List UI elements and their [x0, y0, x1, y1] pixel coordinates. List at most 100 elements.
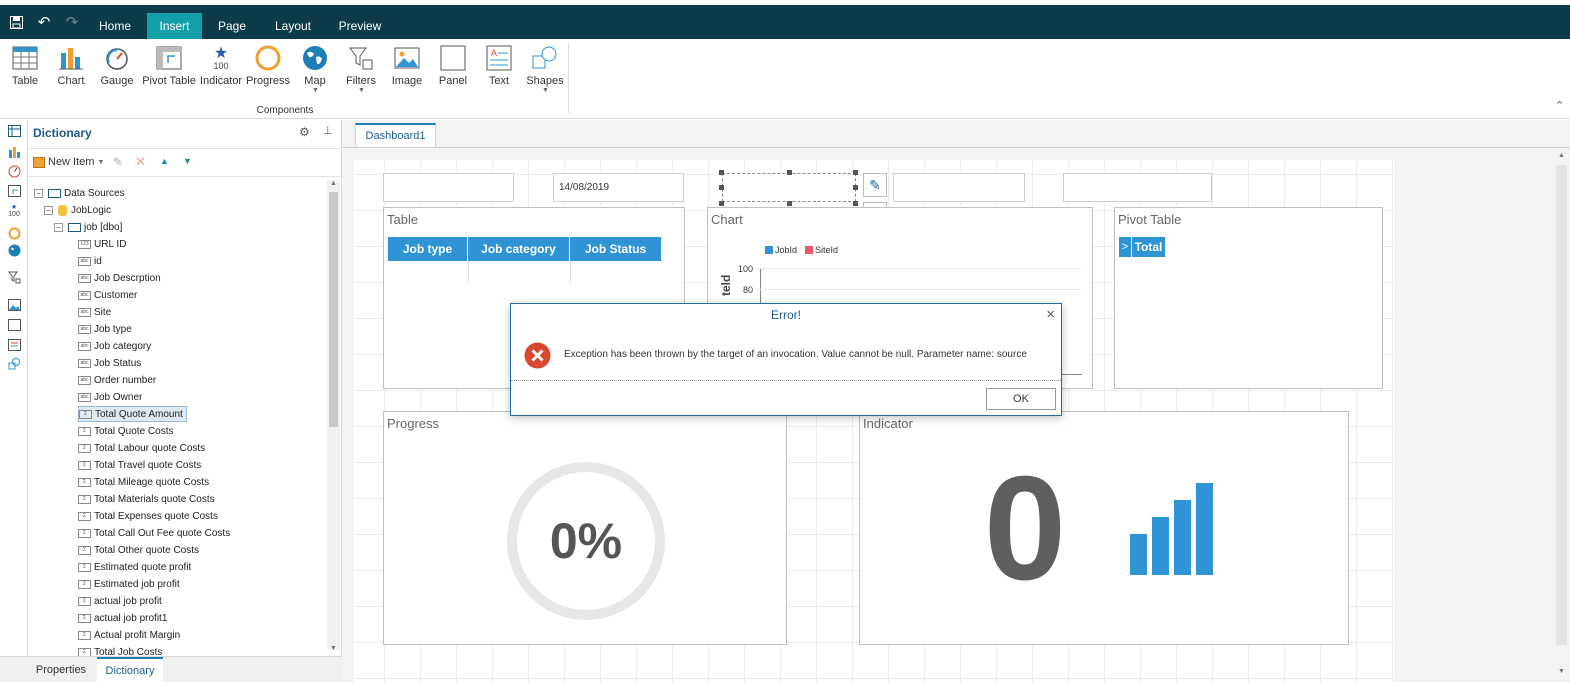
tree-connection[interactable]: − JobLogic: [44, 202, 111, 218]
tree-data-sources[interactable]: − Data Sources: [34, 185, 125, 201]
tree-field[interactable]: Σ Total Travel quote Costs: [78, 457, 201, 473]
settings-icon[interactable]: ⚙: [299, 125, 310, 139]
tree-field[interactable]: abc Job type: [78, 321, 132, 337]
new-item-button[interactable]: New Item ▼: [33, 154, 104, 170]
chart-icon[interactable]: [6, 145, 22, 159]
pivot-total-header[interactable]: Total: [1132, 237, 1165, 257]
tree-field[interactable]: Σactual job profit1: [78, 610, 167, 626]
panel-button[interactable]: Panel: [436, 43, 470, 89]
workarea-scroll-up-icon[interactable]: ▲: [1558, 152, 1565, 159]
shapes-button[interactable]: Shapes ▼: [526, 43, 564, 94]
gauge-icon[interactable]: [6, 164, 22, 178]
edit-icon[interactable]: ✎: [113, 155, 123, 169]
table-button[interactable]: Table: [8, 43, 42, 89]
workarea-scrollbar[interactable]: [1556, 165, 1567, 645]
tree-field[interactable]: abc Job Owner: [78, 389, 142, 405]
delete-icon[interactable]: ✕: [135, 154, 146, 170]
scroll-up-icon[interactable]: ▲: [330, 180, 337, 187]
pivot-table-widget[interactable]: Pivot Table > Total: [1114, 207, 1383, 389]
tree-field[interactable]: abc Customer: [78, 287, 137, 303]
tab-properties[interactable]: Properties: [28, 657, 94, 683]
filter-box-1[interactable]: [383, 173, 514, 202]
tree-field[interactable]: Σ Total Quote Amount: [78, 406, 187, 422]
pivot-table-button[interactable]: Pivot Table: [142, 43, 196, 89]
date-filter[interactable]: 14/08/2019: [553, 173, 684, 202]
chart-button[interactable]: Chart: [54, 43, 88, 89]
workarea-scroll-down-icon[interactable]: ▼: [1558, 668, 1565, 675]
resize-handle[interactable]: [853, 201, 858, 206]
tab-insert[interactable]: Insert: [147, 13, 202, 39]
tree-field[interactable]: abc Job Status: [78, 355, 141, 371]
tree-field[interactable]: Σ Total Labour quote Costs: [78, 440, 205, 456]
tab-preview[interactable]: Preview: [330, 13, 390, 39]
move-down-icon[interactable]: ▼: [183, 156, 192, 166]
tree-field[interactable]: Σ Total Mileage quote Costs: [78, 474, 209, 490]
column-header-job-type[interactable]: Job type: [388, 237, 468, 261]
tree-field[interactable]: abc Site: [78, 304, 111, 320]
table-icon[interactable]: [6, 124, 22, 138]
map-button[interactable]: Map ▼: [298, 43, 332, 94]
tab-page[interactable]: Page: [208, 13, 256, 39]
tree-field[interactable]: Σ Total Quote Costs: [78, 423, 173, 439]
collapse-ribbon-icon[interactable]: ⌃: [1555, 99, 1564, 112]
undo-icon[interactable]: ↶: [32, 5, 56, 39]
pivot-expand-button[interactable]: >: [1119, 237, 1131, 257]
scroll-down-icon[interactable]: ▼: [330, 645, 337, 652]
resize-handle[interactable]: [719, 170, 724, 175]
save-icon[interactable]: [4, 5, 28, 39]
tree-field[interactable]: abc Order number: [78, 372, 156, 388]
tab-layout[interactable]: Layout: [266, 13, 320, 39]
tree-field[interactable]: Σ Estimated quote profit: [78, 559, 191, 575]
redo-icon[interactable]: ↷: [60, 5, 84, 39]
move-up-icon[interactable]: ▲: [160, 156, 169, 166]
text-button[interactable]: A Text: [482, 43, 516, 89]
pivot-table-icon[interactable]: [6, 184, 22, 198]
filters-dropdown-arrow[interactable]: ▼: [358, 87, 365, 94]
ok-button[interactable]: OK: [986, 388, 1056, 410]
progress-icon[interactable]: [6, 226, 22, 240]
tree-field[interactable]: abc Job category: [78, 338, 151, 354]
map-dropdown-arrow[interactable]: ▼: [312, 87, 319, 94]
tab-dashboard1[interactable]: Dashboard1: [355, 123, 436, 147]
gauge-button[interactable]: Gauge: [100, 43, 134, 89]
resize-handle[interactable]: [853, 170, 858, 175]
text-icon[interactable]: [6, 338, 22, 352]
tree-field[interactable]: abc Job Descrption: [78, 270, 161, 286]
resize-handle[interactable]: [853, 185, 858, 190]
filter-box-4[interactable]: [893, 173, 1025, 202]
indicator-button[interactable]: ★ 100 Indicator: [200, 43, 242, 89]
tree-field[interactable]: Σ Total Materials quote Costs: [78, 491, 215, 507]
column-header-job-status[interactable]: Job Status: [570, 237, 661, 261]
filter-box-5[interactable]: [1063, 173, 1212, 202]
tab-dictionary[interactable]: Dictionary: [97, 657, 163, 683]
image-button[interactable]: Image: [390, 43, 424, 89]
edit-pencil-icon[interactable]: ✎: [863, 173, 887, 197]
resize-handle[interactable]: [787, 201, 792, 206]
tab-home[interactable]: Home: [92, 13, 138, 39]
filters-icon[interactable]: [6, 270, 22, 284]
tree-field[interactable]: Σ Total Call Out Fee quote Costs: [78, 525, 230, 541]
indicator-icon[interactable]: ★ 100: [6, 204, 22, 218]
tree-field[interactable]: Σ Actual profit Margin: [78, 627, 180, 643]
progress-widget[interactable]: Progress 0%: [383, 411, 787, 645]
filters-button[interactable]: Filters ▼: [344, 43, 378, 94]
tree-field[interactable]: abc id: [78, 253, 102, 269]
tree-table[interactable]: − job [dbo]: [54, 219, 122, 235]
resize-handle[interactable]: [719, 185, 724, 190]
progress-button[interactable]: Progress: [246, 43, 290, 89]
pin-icon[interactable]: ⊥: [323, 124, 333, 137]
tree-field[interactable]: Σactual job profit: [78, 593, 162, 609]
resize-handle[interactable]: [719, 201, 724, 206]
close-icon[interactable]: ×: [1046, 306, 1055, 323]
indicator-widget[interactable]: Indicator 0: [859, 411, 1349, 645]
map-icon[interactable]: [6, 243, 22, 257]
tree-field[interactable]: 123 URL ID: [78, 236, 126, 252]
tree-field[interactable]: Σ Total Other quote Costs: [78, 542, 199, 558]
image-icon[interactable]: [6, 298, 22, 312]
filter-box-selected[interactable]: [722, 173, 856, 202]
tree-field[interactable]: Σ Estimated job profit: [78, 576, 180, 592]
column-header-job-category[interactable]: Job category: [468, 237, 570, 261]
shapes-icon[interactable]: [6, 356, 22, 370]
panel-icon[interactable]: [6, 318, 22, 332]
tree-field[interactable]: Σ Total Expenses quote Costs: [78, 508, 218, 524]
